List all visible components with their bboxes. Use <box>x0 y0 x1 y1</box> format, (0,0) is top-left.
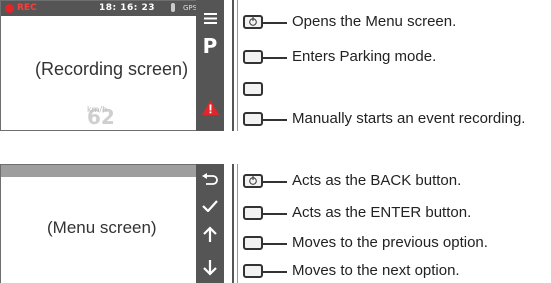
callout-event-record: Manually starts an event recording. <box>292 110 526 127</box>
parking-icon[interactable]: P <box>197 34 223 58</box>
menu-screen: (Menu screen) <box>0 164 224 283</box>
device-edge-bottom-inner <box>237 164 238 283</box>
callout-previous: Moves to the previous option. <box>292 234 488 251</box>
device-edge-top <box>232 0 234 131</box>
callout-next: Moves to the next option. <box>292 262 460 279</box>
power-icon <box>249 176 257 185</box>
warning-icon[interactable] <box>202 100 219 115</box>
gps-label: GPS <box>183 4 198 12</box>
back-icon[interactable] <box>202 173 218 186</box>
event-record-button[interactable] <box>243 112 263 126</box>
callout-line <box>263 181 287 183</box>
callout-line <box>263 271 287 273</box>
callout-parking: Enters Parking mode. <box>292 48 437 65</box>
callout-menu: Opens the Menu screen. <box>292 13 457 30</box>
previous-option-button[interactable] <box>243 236 263 250</box>
arrow-up-icon[interactable] <box>203 226 217 242</box>
device-edge-bottom <box>232 164 234 283</box>
menu-header-bar <box>1 165 223 177</box>
recording-screen: REC 18: 16: 23 GPS (Recording screen) 62… <box>0 0 224 131</box>
callout-line <box>263 57 287 59</box>
rec-label: REC <box>17 3 37 13</box>
device-edge-top-inner <box>237 0 238 131</box>
speed-unit: km/h <box>87 105 108 114</box>
callout-enter: Acts as the ENTER button. <box>292 204 472 221</box>
power-menu-button[interactable] <box>243 15 263 29</box>
next-option-button[interactable] <box>243 264 263 278</box>
callout-line <box>263 119 287 121</box>
unassigned-button[interactable] <box>243 82 263 96</box>
arrow-down-icon[interactable] <box>203 260 217 276</box>
enter-button[interactable] <box>243 206 263 220</box>
callout-line <box>263 243 287 245</box>
menu-icon[interactable] <box>204 12 217 25</box>
clock-time: 18: 16: 23 <box>99 3 156 13</box>
recording-sidebar: P <box>196 0 224 131</box>
back-button[interactable] <box>243 174 263 188</box>
callout-line <box>263 22 287 24</box>
check-icon[interactable] <box>202 200 218 212</box>
status-bar: REC 18: 16: 23 GPS <box>1 1 223 16</box>
record-indicator-icon <box>5 4 14 13</box>
parking-button[interactable] <box>243 50 263 64</box>
menu-sidebar <box>196 164 224 283</box>
mic-icon <box>171 3 175 12</box>
callout-back: Acts as the BACK button. <box>292 172 462 189</box>
power-icon <box>249 17 257 26</box>
menu-screen-label: (Menu screen) <box>47 218 157 237</box>
recording-screen-label: (Recording screen) <box>35 59 189 79</box>
callout-line <box>263 213 287 215</box>
